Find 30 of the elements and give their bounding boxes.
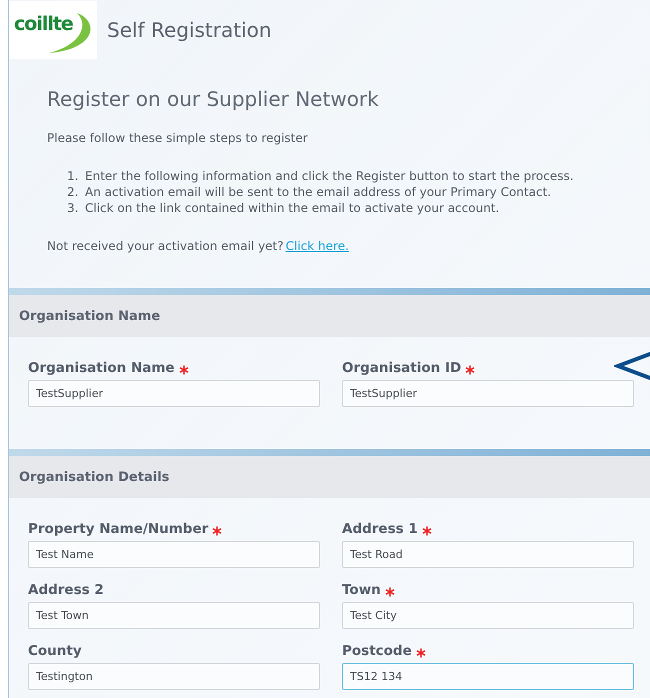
step-number: 3. <box>67 201 79 215</box>
field-label: Address 1 <box>342 521 418 537</box>
field-label: Postcode <box>342 643 412 659</box>
arrow-drawing <box>614 352 650 382</box>
intro-text: Please follow these simple steps to register <box>47 131 309 145</box>
section-title: Organisation Details <box>19 470 170 484</box>
text-field[interactable]: Test Town <box>28 602 320 629</box>
text-field[interactable]: Test Road <box>342 541 634 568</box>
heading: Register on our Supplier Network <box>47 87 380 111</box>
field-label: County <box>28 643 82 659</box>
page-title: Self Registration <box>107 18 272 42</box>
text-field[interactable]: TestSupplier <box>28 380 320 407</box>
field-label: Town <box>342 582 381 598</box>
step-text: An activation email will be sent to the email address of your Primary Contact. <box>85 185 552 199</box>
step-text: Click on the link contained within the email to activate your account. <box>85 201 500 215</box>
step-number: 1. <box>67 169 79 183</box>
field-label: Organisation ID <box>342 360 462 376</box>
text-field[interactable]: Test Name <box>28 541 320 568</box>
step-text: Enter the following information and click the Register button to start the process. <box>85 169 574 183</box>
field-label: Address 2 <box>28 582 104 598</box>
text-field[interactable]: Testington <box>28 663 320 690</box>
resend-text: Not received your activation email yet? <box>47 239 284 255</box>
text-field[interactable]: Test City <box>342 602 634 629</box>
text-field[interactable]: TestSupplier <box>342 380 634 407</box>
field-label: Organisation Name <box>28 360 175 376</box>
section-title: Organisation Name <box>19 308 160 324</box>
logo-text: coillte <box>14 13 73 35</box>
step-number: 2. <box>67 185 79 199</box>
field-label: Property Name/Number <box>28 521 208 537</box>
text-field[interactable]: TS12 134 <box>342 663 634 690</box>
